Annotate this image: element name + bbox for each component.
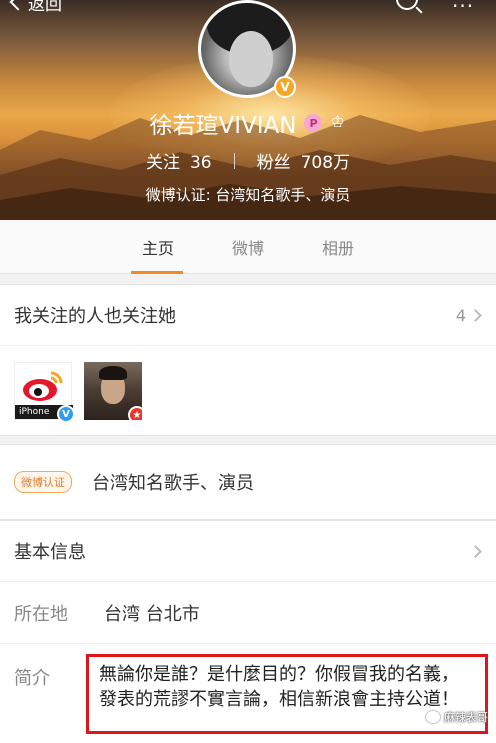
avatar-face <box>229 31 273 87</box>
mutual-followers-count: 4 <box>455 305 466 325</box>
mutual-followers-card: 我关注的人也关注她 4 iPhone V ★ <box>0 284 496 436</box>
person-hair <box>99 366 127 380</box>
verified-v-icon: V <box>274 76 296 98</box>
stats-row: 关注 36 粉丝 708万 <box>0 148 496 173</box>
mutual-avatars: iPhone V ★ <box>0 345 496 435</box>
watermark: 麻辣表哥 <box>426 709 488 725</box>
mutual-avatar-person[interactable]: ★ <box>84 362 142 420</box>
mutual-avatar-weibo[interactable]: iPhone V <box>14 362 75 423</box>
followers-label: 粉丝 <box>256 153 291 173</box>
intro-label: 简介 <box>14 668 50 689</box>
name-row: 徐若瑄VIVIAN P <box>0 106 496 140</box>
basic-info-card: 基本信息 所在地 台湾 台北市 简介 無論你是誰？是什麼目的？你假冒我的名義，發… <box>0 520 496 743</box>
verification-text: 台湾知名歌手、演员 <box>92 473 254 494</box>
watermark-text: 麻辣表哥 <box>444 711 488 724</box>
basic-info-row[interactable]: 基本信息 <box>0 521 496 581</box>
crown-icon[interactable] <box>330 112 346 131</box>
intro-row: 简介 無論你是誰？是什麼目的？你假冒我的名義，發表的荒謬不實言論，相信新浪會主持… <box>0 643 496 743</box>
more-icon[interactable]: ··· <box>452 0 474 18</box>
header-verify-text: 微博认证: 台湾知名歌手、演员 <box>145 186 351 204</box>
profile-tabs: 主页 微博 相册 <box>0 220 496 274</box>
member-level-icon[interactable]: P <box>304 114 323 132</box>
profile-name: 徐若瑄VIVIAN <box>149 113 297 139</box>
followers-count: 708万 <box>300 153 351 173</box>
tab-weibo[interactable]: 微博 <box>203 220 293 274</box>
blue-verified-icon: V <box>57 405 75 423</box>
following-count: 36 <box>189 153 212 173</box>
back-label: 返回 <box>28 0 62 15</box>
verification-card: 微博认证 台湾知名歌手、演员 <box>0 444 496 520</box>
wechat-icon <box>426 711 440 723</box>
back-button[interactable]: 返回 <box>6 0 62 15</box>
stats-divider <box>233 152 235 169</box>
mutual-followers-title: 我关注的人也关注她 <box>14 306 176 327</box>
location-row: 所在地 台湾 台北市 <box>0 581 496 643</box>
chevron-right-icon <box>469 308 482 322</box>
verify-tag: 微博认证 <box>14 471 72 493</box>
basic-info-title: 基本信息 <box>14 542 86 563</box>
location-label: 所在地 <box>14 603 68 625</box>
red-star-badge-icon: ★ <box>128 406 142 420</box>
followers-stat[interactable]: 粉丝 708万 <box>257 148 350 173</box>
following-label: 关注 <box>145 153 180 173</box>
back-chevron-icon <box>9 0 27 11</box>
verification-row[interactable]: 微博认证 台湾知名歌手、演员 <box>0 445 496 519</box>
following-stat[interactable]: 关注 36 <box>146 148 212 173</box>
tab-album[interactable]: 相册 <box>293 220 383 274</box>
tab-home[interactable]: 主页 <box>113 220 203 274</box>
mutual-followers-row[interactable]: 我关注的人也关注她 4 <box>0 285 496 345</box>
profile-header: 返回 ··· V 徐若瑄VIVIAN P 关注 36 粉丝 708万 微博认证: 台… <box>0 0 496 220</box>
weibo-logo-icon <box>23 371 63 401</box>
location-value: 台湾 台北市 <box>104 603 200 625</box>
chevron-right-icon <box>469 544 482 558</box>
